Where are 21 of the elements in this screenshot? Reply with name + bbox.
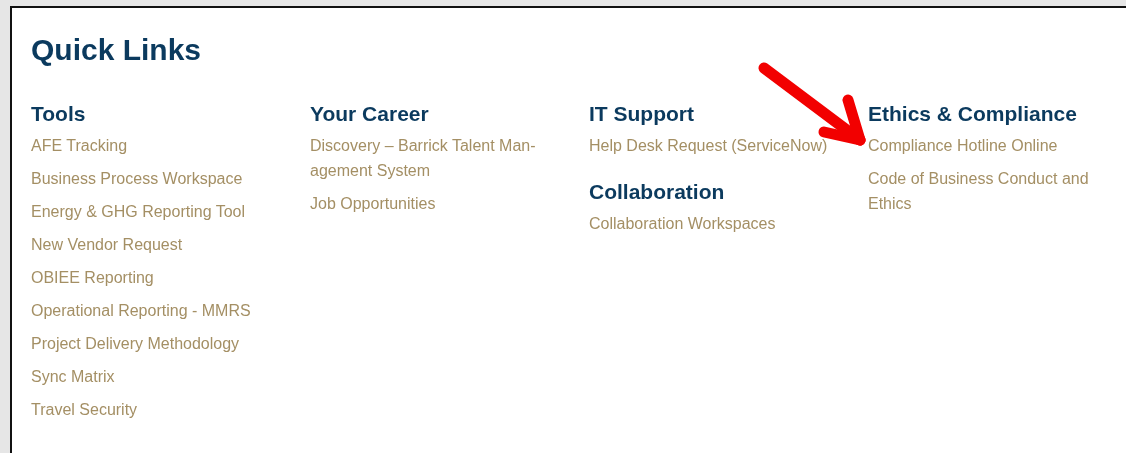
- section-heading: Ethics & Compliance: [868, 101, 1078, 127]
- quick-link[interactable]: New Vendor Request: [31, 232, 286, 257]
- quick-link[interactable]: Compliance Hotline Online: [868, 133, 1123, 158]
- quick-link[interactable]: Business Process Workspace: [31, 166, 286, 191]
- quick-link[interactable]: Code of Business Conduct and Ethics: [868, 166, 1123, 216]
- section-heading: IT Support: [589, 101, 695, 127]
- quick-link[interactable]: Sync Matrix: [31, 364, 286, 389]
- section-heading: Tools: [31, 101, 87, 127]
- page-title: Quick Links: [31, 32, 203, 68]
- quick-link[interactable]: Project Delivery Methodology: [31, 331, 286, 356]
- quick-link[interactable]: Collaboration Workspaces: [589, 211, 844, 236]
- section-heading: Your Career: [310, 101, 430, 127]
- quick-link[interactable]: Energy & GHG Reporting Tool: [31, 199, 286, 224]
- quick-link[interactable]: AFE Tracking: [31, 133, 286, 158]
- quick-link[interactable]: Help Desk Request (ServiceNow): [589, 133, 844, 158]
- quick-link[interactable]: Travel Security: [31, 397, 286, 422]
- quick-link[interactable]: OBIEE Reporting: [31, 265, 286, 290]
- quick-link[interactable]: Job Opportunities: [310, 191, 565, 216]
- quick-link[interactable]: Discovery – Barrick Talent Man-agement System: [310, 133, 565, 183]
- quick-link[interactable]: Operational Reporting - MMRS: [31, 298, 286, 323]
- section-heading: Collaboration: [589, 179, 726, 205]
